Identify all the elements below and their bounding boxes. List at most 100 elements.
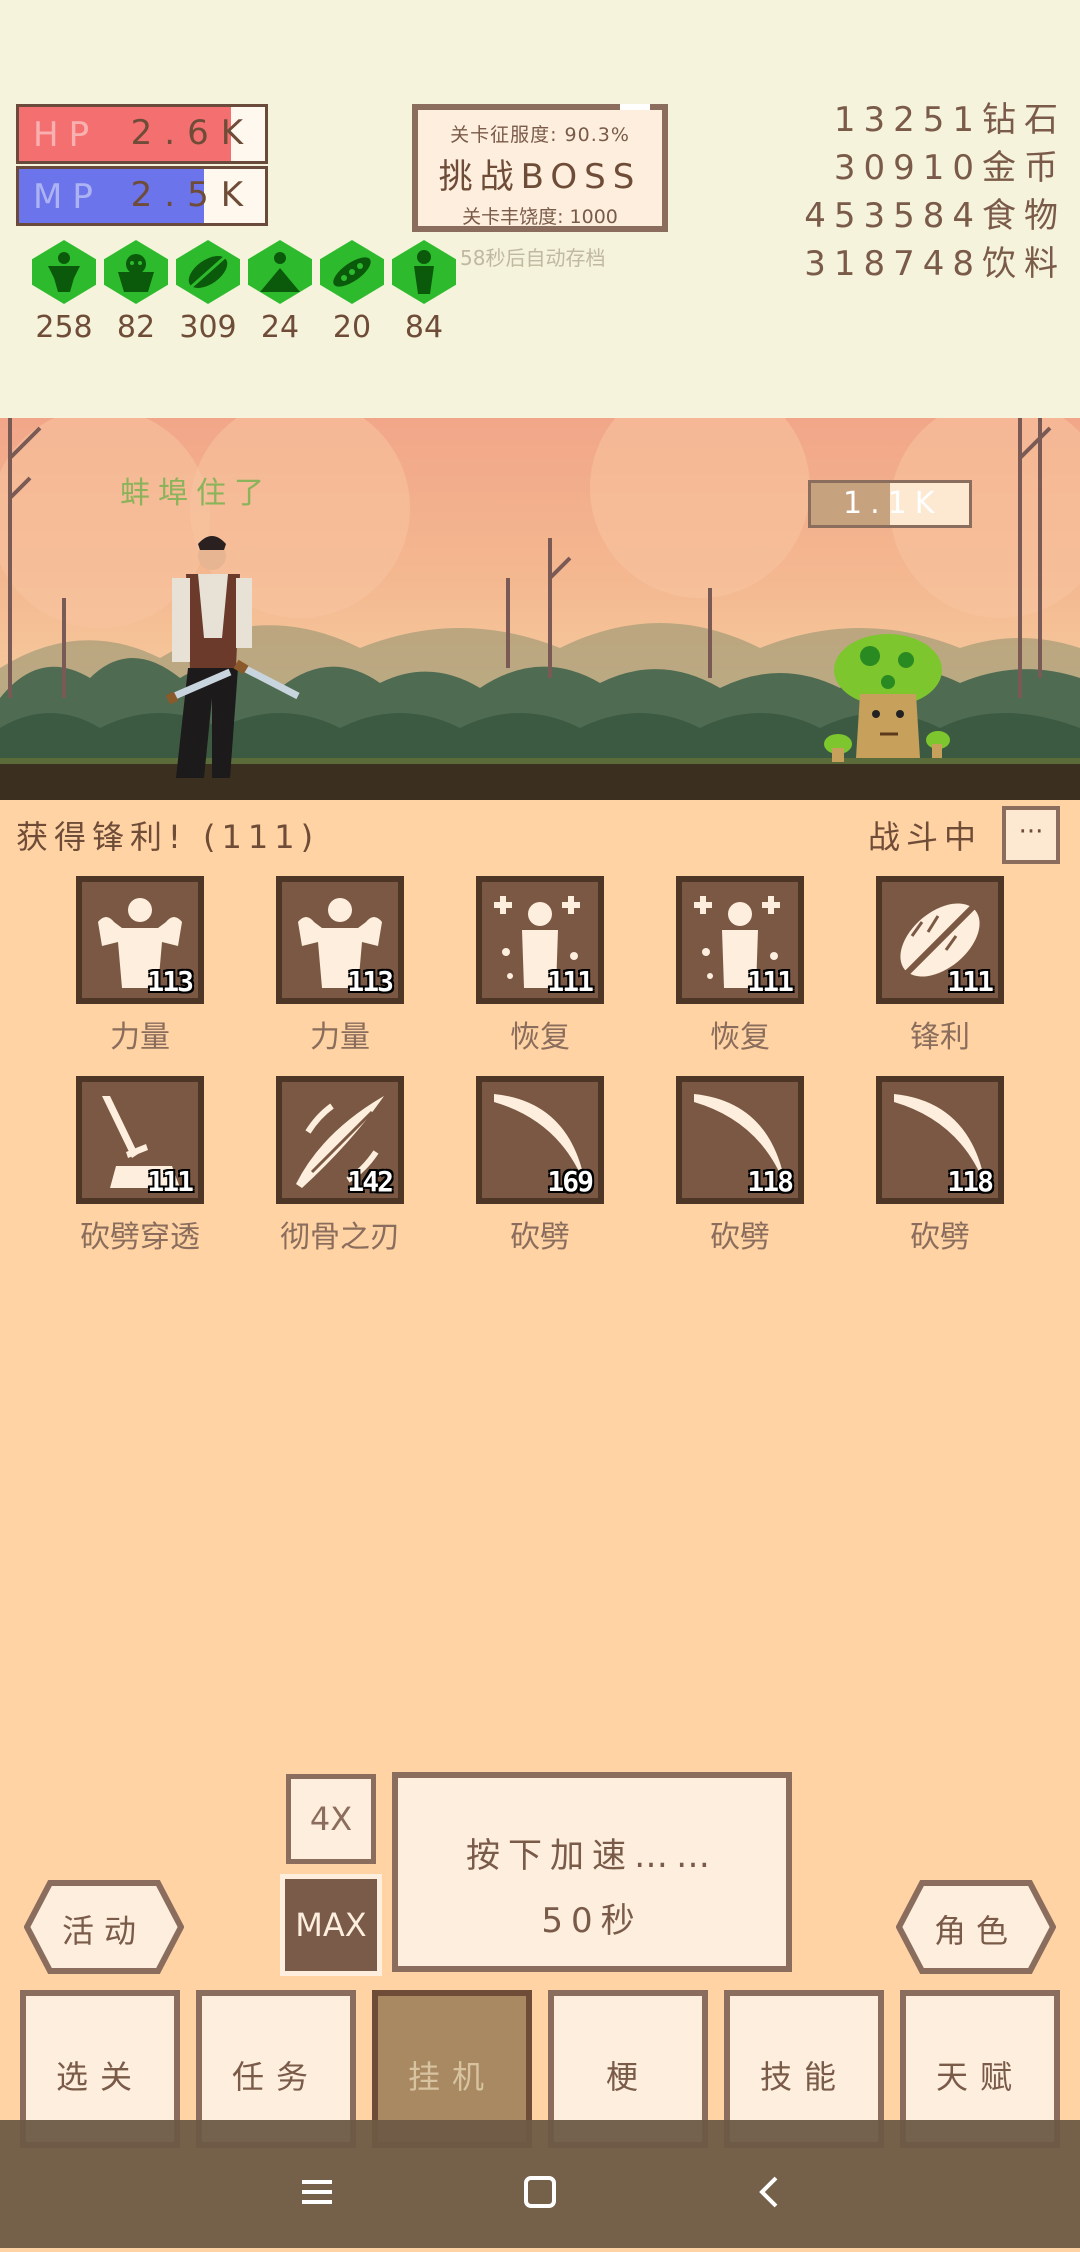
status-figure[interactable]: 84 xyxy=(390,240,458,345)
skill-name: 彻骨之刃 xyxy=(280,1220,400,1255)
battle-scene[interactable] xyxy=(0,398,1080,800)
skill-icon-box: 111 xyxy=(876,876,1004,1004)
skill-name: 砍劈穿透 xyxy=(80,1220,200,1255)
status-value: 82 xyxy=(116,310,156,345)
speed-4x-button[interactable]: 4X xyxy=(286,1774,376,1864)
hp-bar: HP 2.6K xyxy=(16,104,268,164)
status-pea-pod[interactable]: 20 xyxy=(318,240,386,345)
nav-label: 梗 xyxy=(605,2058,650,2096)
skill-level: 111 xyxy=(947,965,994,998)
skill-level: 169 xyxy=(547,1165,594,1198)
skill-slot[interactable]: 118 砍劈 xyxy=(873,1076,1007,1256)
more-button[interactable]: ··· xyxy=(1002,806,1060,864)
skill-level: 113 xyxy=(147,965,194,998)
skill-slot[interactable]: 113 力量 xyxy=(73,876,207,1056)
skill-slot[interactable]: 111 恢复 xyxy=(473,876,607,1056)
nav-label: 挂机 xyxy=(407,2058,496,2096)
menu-icon xyxy=(302,2180,332,2204)
skill-name: 锋利 xyxy=(910,1020,970,1055)
skill-slot[interactable]: 118 砍劈 xyxy=(673,1076,807,1256)
scene-background xyxy=(0,398,1080,800)
status-value: 309 xyxy=(179,310,237,345)
skill-slot[interactable]: 111 砍劈穿透 xyxy=(73,1076,207,1256)
skill-icon-box: 118 xyxy=(676,1076,804,1204)
challenge-boss-button[interactable]: 关卡征服度: 90.3% 挑战BOSS 关卡丰饶度: 1000 xyxy=(412,104,668,232)
skill-name: 砍劈 xyxy=(510,1220,570,1255)
status-value: 84 xyxy=(404,310,444,345)
skill-name: 砍劈 xyxy=(710,1220,770,1255)
skill-icon-box: 111 xyxy=(76,1076,204,1204)
status-dig[interactable]: 24 xyxy=(246,240,314,345)
enemy-hp-value: 1.1K xyxy=(843,486,943,521)
activity-label: 活动 xyxy=(61,1912,146,1950)
drinks-label: 饮料 xyxy=(982,244,1066,284)
skill-level: 142 xyxy=(347,1165,394,1198)
diamonds-value: 13251 xyxy=(833,100,982,140)
character-label: 角色 xyxy=(933,1912,1018,1950)
battle-log: 获得锋利! (111) xyxy=(16,818,320,856)
activity-button[interactable]: 活动 xyxy=(23,1880,185,1974)
skill-level: 118 xyxy=(747,1165,794,1198)
accelerate-label: 按下加速…… xyxy=(466,1836,718,1876)
status-value: 24 xyxy=(260,310,300,345)
nav-label: 任务 xyxy=(231,2058,320,2096)
skill-name: 力量 xyxy=(310,1020,370,1055)
status-value: 258 xyxy=(35,310,93,345)
skill-icon-box: 113 xyxy=(276,876,404,1004)
skill-name: 力量 xyxy=(110,1020,170,1055)
skill-level: 111 xyxy=(547,965,594,998)
enemy-hp-bar: 1.1K xyxy=(808,480,972,528)
back-icon xyxy=(759,2176,778,2208)
speed-max-button[interactable]: MAX xyxy=(280,1874,382,1976)
food-label: 食物 xyxy=(982,196,1066,236)
skill-icon-box: 142 xyxy=(276,1076,404,1204)
skill-level: 118 xyxy=(947,1165,994,1198)
skill-icon-box: 111 xyxy=(476,876,604,1004)
monster-icon xyxy=(104,240,168,304)
skill-name: 恢复 xyxy=(510,1020,570,1055)
status-monster[interactable]: 82 xyxy=(102,240,170,345)
skill-icon-box: 169 xyxy=(476,1076,604,1204)
strength-icon xyxy=(32,240,96,304)
skill-name: 砍劈 xyxy=(910,1220,970,1255)
skill-slot[interactable]: 111 恢复 xyxy=(673,876,807,1056)
food-value: 453584 xyxy=(804,196,982,236)
dig-icon xyxy=(248,240,312,304)
skill-slot[interactable]: 169 砍劈 xyxy=(473,1076,607,1256)
skill-level: 111 xyxy=(747,965,794,998)
challenge-boss-label: 挑战BOSS xyxy=(438,157,642,197)
nav-label: 天赋 xyxy=(935,2058,1024,2096)
diamonds-label: 钻石 xyxy=(982,100,1066,140)
skill-icon-box: 118 xyxy=(876,1076,1004,1204)
nav-label: 选关 xyxy=(55,2058,144,2096)
resource-gold: 30910金币 xyxy=(834,140,1066,189)
skill-slot[interactable]: 113 力量 xyxy=(273,876,407,1056)
accelerate-timer: 50秒 xyxy=(541,1901,643,1941)
figure-icon xyxy=(392,240,456,304)
status-strength[interactable]: 258 xyxy=(30,240,98,345)
stage-richness: 关卡丰饶度: 1000 xyxy=(462,206,618,228)
mp-bar: MP 2.5K xyxy=(16,166,268,226)
battle-state: 战斗中 xyxy=(868,818,983,856)
hp-value: 2.6K xyxy=(130,113,255,153)
home-icon xyxy=(524,2176,556,2208)
skill-icon-box: 111 xyxy=(676,876,804,1004)
resource-food: 453584食物 xyxy=(804,188,1066,237)
pea-pod-icon xyxy=(320,240,384,304)
enemy-dialog: 蚌埠住了 xyxy=(120,476,272,511)
status-value: 20 xyxy=(332,310,372,345)
gold-label: 金币 xyxy=(982,148,1066,188)
leaf-blade-icon xyxy=(176,240,240,304)
status-leaf-blade[interactable]: 309 xyxy=(174,240,242,345)
stage-conquest: 关卡征服度: 90.3% xyxy=(450,124,630,146)
character-button[interactable]: 角色 xyxy=(895,1880,1057,1974)
accelerate-button[interactable]: 按下加速…… 50秒 xyxy=(392,1772,792,1972)
gold-value: 30910 xyxy=(833,148,982,188)
skill-slot[interactable]: 111 锋利 xyxy=(873,876,1007,1056)
mp-label: MP xyxy=(33,177,103,217)
skill-icon-box: 113 xyxy=(76,876,204,1004)
system-nav-icons xyxy=(302,2176,778,2208)
skill-slot[interactable]: 142 彻骨之刃 xyxy=(273,1076,407,1256)
mp-value: 2.5K xyxy=(130,175,255,215)
skill-level: 111 xyxy=(147,1165,194,1198)
